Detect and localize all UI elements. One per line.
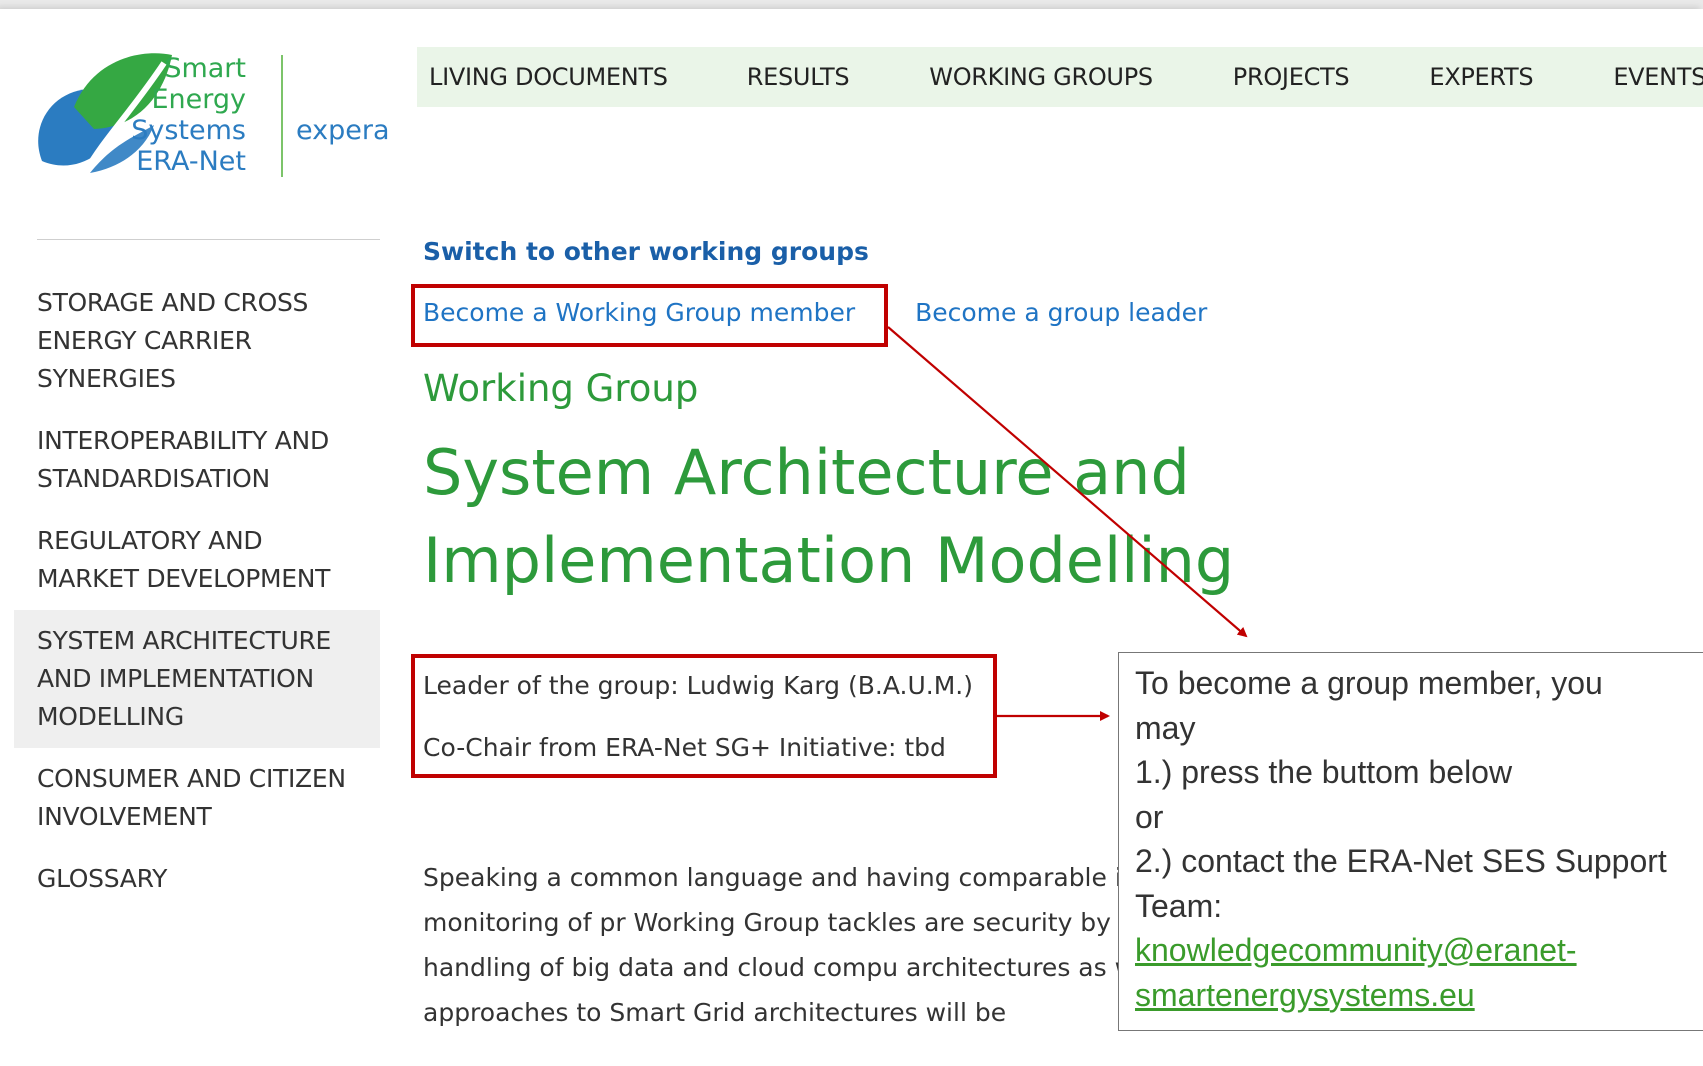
page: Smart Energy Systems ERA-Net expera LIVI… [0,9,1703,1066]
callout-line: To become a group member, you [1135,665,1603,701]
callout-line: or [1135,798,1164,835]
arrow-line [887,326,1248,638]
callout-line: 2.) contact the ERA-Net SES Support [1135,843,1667,879]
callout-line: may [1135,709,1196,746]
callout-line: 1.) press the buttom below [1135,754,1513,790]
support-email-link[interactable]: smartenergysystems.eu [1135,973,1701,1018]
callout-line: Team: [1135,887,1223,924]
membership-callout: To become a group member, you may 1.) pr… [1118,652,1703,1031]
support-email-link[interactable]: knowledgecommunity@eranet- [1135,928,1701,973]
